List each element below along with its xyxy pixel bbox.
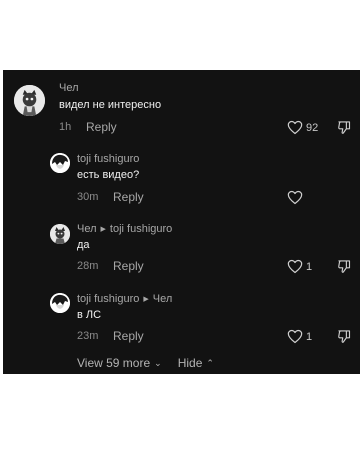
thumbs-down-outline-icon (338, 260, 351, 273)
like-button[interactable]: 1 (287, 259, 312, 274)
hide-button[interactable]: Hide ⌃ (178, 356, 214, 370)
thumbs-down-outline-icon (338, 330, 351, 343)
like-count: 1 (306, 260, 313, 273)
dislike-button[interactable] (337, 120, 352, 135)
reply-button[interactable]: Reply (86, 120, 117, 134)
heart-outline-icon (287, 190, 303, 205)
avatar[interactable] (50, 153, 70, 173)
triangle-right-icon: ▶ (143, 296, 149, 303)
reply-item: Чел ▶ toji fushiguro да 28m Reply 1 (3, 218, 360, 284)
comment-item: Чел видел не интересно 1h Reply 92 (3, 70, 360, 142)
replies-footer: View 59 more ⌄ Hide ⌃ (77, 356, 214, 370)
view-more-button[interactable]: View 59 more ⌄ (77, 356, 162, 370)
chevron-up-icon: ⌃ (206, 357, 214, 368)
reply-time: 30m (77, 191, 99, 203)
comments-panel: Чел видел не интересно 1h Reply 92 toji (3, 70, 360, 374)
reply-button[interactable]: Reply (113, 190, 144, 204)
avatar[interactable] (50, 224, 70, 244)
avatar[interactable] (50, 293, 70, 313)
like-button[interactable]: 1 (287, 329, 312, 344)
thumbs-down-outline-icon (338, 121, 351, 134)
dislike-button[interactable] (337, 259, 352, 274)
reply-item: toji fushiguro есть видео? 30m Reply (3, 148, 360, 214)
reply-author[interactable]: toji fushiguro ▶ Чел (77, 293, 172, 305)
reply-author[interactable]: Чел ▶ toji fushiguro (77, 223, 172, 235)
reply-to-name[interactable]: Чел (153, 293, 173, 305)
view-more-label[interactable]: View 59 more (77, 356, 150, 370)
reply-text: да (77, 239, 90, 251)
triangle-right-icon: ▶ (100, 226, 106, 233)
heart-outline-icon (287, 329, 303, 344)
comment-time: 1h (59, 121, 72, 133)
heart-outline-icon (287, 259, 303, 274)
reply-text: есть видео? (77, 169, 140, 181)
author-name[interactable]: Чел (77, 223, 97, 235)
cat-avatar-icon (50, 224, 70, 244)
like-button[interactable]: 92 (287, 120, 318, 135)
author-name[interactable]: toji fushiguro (77, 153, 139, 165)
like-count: 1 (306, 330, 313, 343)
reply-time: 23m (77, 330, 99, 342)
author-name[interactable]: Чел (59, 82, 79, 94)
avatar[interactable] (14, 85, 45, 116)
hide-label[interactable]: Hide (178, 356, 203, 370)
cat-avatar-icon (14, 85, 45, 116)
heart-outline-icon (287, 120, 303, 135)
comment-author[interactable]: Чел (59, 82, 79, 94)
like-count: 92 (306, 121, 319, 134)
reply-button[interactable]: Reply (113, 329, 144, 343)
chevron-down-icon: ⌄ (154, 357, 162, 368)
reply-item: toji fushiguro ▶ Чел в ЛС 23m Reply 1 (3, 288, 360, 354)
reply-button[interactable]: Reply (113, 259, 144, 273)
reply-author[interactable]: toji fushiguro (77, 153, 139, 165)
comment-text: видел не интересно (59, 99, 162, 111)
like-button[interactable] (287, 190, 303, 205)
dark-hair-avatar-icon (50, 153, 70, 173)
reply-time: 28m (77, 260, 99, 272)
dark-hair-avatar-icon (50, 293, 70, 313)
reply-text: в ЛС (77, 309, 102, 321)
dislike-button[interactable] (337, 329, 352, 344)
author-name[interactable]: toji fushiguro (77, 293, 139, 305)
reply-to-name[interactable]: toji fushiguro (110, 223, 172, 235)
